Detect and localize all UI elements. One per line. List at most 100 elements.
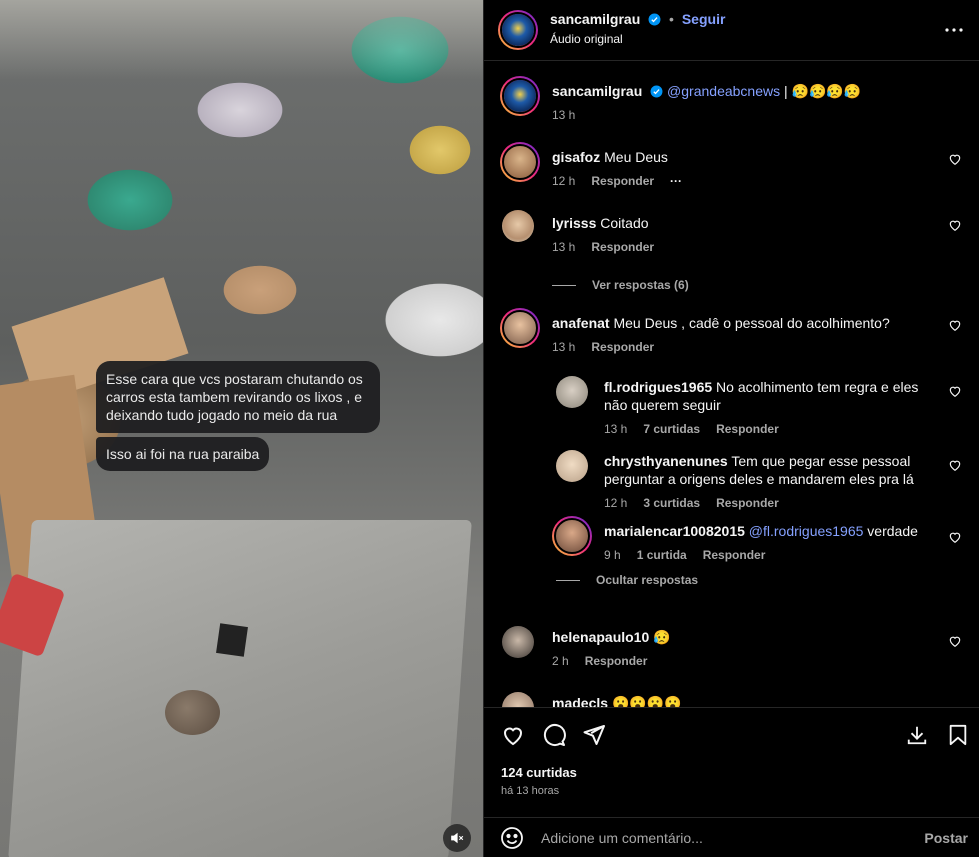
more-icon [945,28,963,32]
reply-button[interactable]: Responder [585,654,648,668]
post-video[interactable]: Esse cara que vcs postaram chutando os c… [0,0,483,857]
separator-dot: • [669,11,674,27]
comment-item: gisafoz Meu Deus 12 h Responder ··· [500,142,970,188]
post-time[interactable]: há 13 horas [501,785,559,797]
comment-time[interactable]: 13 h [552,240,575,254]
verified-icon [650,85,663,98]
post-panel: sancamilgrau • Seguir Áudio original san… [483,0,979,857]
author-avatar[interactable] [498,10,538,50]
reply-mention[interactable]: @fl.rodrigues1965 [749,523,864,539]
comment-time[interactable]: 13 h [552,340,575,354]
comment-text: Meu Deus [604,149,668,165]
comment-item: helenapaulo10 😥 2 h Responder [500,624,970,668]
comments-list[interactable]: sancamilgrau @grandeabcnews | 😥😥😥😥 13 h … [484,62,979,707]
reply-button[interactable]: Responder [591,340,654,354]
author-avatar[interactable] [500,76,540,116]
more-options-button[interactable] [942,18,966,42]
chat-message: Esse cara que vcs postaram chutando os c… [96,361,380,433]
chat-overlay: Esse cara que vcs postaram chutando os c… [96,361,380,475]
reply-username[interactable]: chrysthyanenunes [604,453,728,469]
comment-username[interactable]: gisafoz [552,149,600,165]
heart-icon[interactable] [948,634,962,648]
reply-button[interactable]: Responder [716,422,779,436]
comment-text: Meu Deus , cadê o pessoal do acolhimento… [613,315,890,331]
audio-label[interactable]: Áudio original [550,32,623,46]
view-replies-button[interactable]: Ver respostas (6) [552,278,970,292]
reply-username[interactable]: marialencar10082015 [604,523,745,539]
reply-time[interactable]: 9 h [604,548,621,562]
share-button[interactable] [581,722,607,748]
video-frame-kitten [165,690,220,735]
caption-time[interactable]: 13 h [552,108,575,122]
comment-composer: Postar [484,817,979,857]
reply-likes[interactable]: 1 curtida [637,548,687,562]
commenter-avatar[interactable] [502,210,534,242]
heart-icon[interactable] [948,152,962,166]
caption-mention[interactable]: @grandeabcnews [667,83,780,99]
video-frame-trash [0,0,483,80]
share-icon [583,725,605,745]
reply-button[interactable]: Responder [716,496,779,510]
verified-icon [648,13,661,26]
reply-time[interactable]: 12 h [604,496,627,510]
reply-item: chrysthyanenunes Tem que pegar esse pess… [554,448,970,510]
reply-text: verdade [863,523,918,539]
heart-icon[interactable] [948,318,962,332]
heart-icon [503,727,523,746]
heart-icon[interactable] [948,530,962,544]
comment-time[interactable]: 2 h [552,654,569,668]
post-comment-button[interactable]: Postar [924,830,968,846]
emoji-button[interactable] [500,826,524,850]
bookmark-icon [949,724,967,746]
hide-replies-label: Ocultar respostas [596,573,699,587]
commenter-avatar[interactable] [502,692,534,707]
replier-avatar[interactable] [556,376,588,408]
like-button[interactable] [500,722,526,748]
comment-username[interactable]: anafenat [552,315,610,331]
heart-icon[interactable] [948,458,962,472]
video-frame-slab [8,520,472,857]
replier-avatar[interactable] [552,516,592,556]
download-button[interactable] [904,722,930,748]
follow-button[interactable]: Seguir [682,11,726,27]
commenter-avatar[interactable] [500,308,540,348]
save-button[interactable] [945,722,971,748]
author-username[interactable]: sancamilgrau [550,11,640,27]
comment-time[interactable]: 12 h [552,174,575,188]
muted-icon [451,832,464,844]
commenter-avatar[interactable] [500,142,540,182]
comment-text: 😥 [653,629,671,645]
replier-avatar[interactable] [556,450,588,482]
reply-item: fl.rodrigues1965 No acolhimento tem regr… [554,374,970,436]
comment-button[interactable] [541,722,567,748]
comment-username[interactable]: madecls [552,695,608,707]
reply-likes[interactable]: 7 curtidas [643,422,700,436]
reply-likes[interactable]: 3 curtidas [643,496,700,510]
comment-username[interactable]: lyrisss [552,215,596,231]
reply-button[interactable]: Responder [591,174,654,188]
comment-text: 😮😮😮😮 [611,695,682,707]
caption-username[interactable]: sancamilgrau [552,83,642,99]
caption-text: | 😥😥😥😥 [780,83,862,99]
divider [556,580,580,582]
comment-input[interactable] [541,828,901,848]
comment-username[interactable]: helenapaulo10 [552,629,649,645]
heart-icon[interactable] [948,218,962,232]
hide-replies-button[interactable]: Ocultar respostas [556,573,698,587]
video-frame-hole [216,623,248,657]
comment-item: lyrisss Coitado 13 h Responder Ver respos… [500,208,970,292]
heart-icon[interactable] [948,384,962,398]
reply-username[interactable]: fl.rodrigues1965 [604,379,712,395]
post-header: sancamilgrau • Seguir Áudio original [484,0,979,61]
likes-count[interactable]: 124 curtidas [501,765,577,780]
comment-icon [543,724,566,746]
chat-message: Isso ai foi na rua paraiba [96,437,270,471]
post-actions: 124 curtidas há 13 horas [484,707,979,817]
reply-button[interactable]: Responder [703,548,766,562]
reply-time[interactable]: 13 h [604,422,627,436]
commenter-avatar[interactable] [502,626,534,658]
mute-button[interactable] [443,824,471,852]
reply-button[interactable]: Responder [591,240,654,254]
divider [552,285,576,287]
comment-more-button[interactable]: ··· [670,174,682,188]
